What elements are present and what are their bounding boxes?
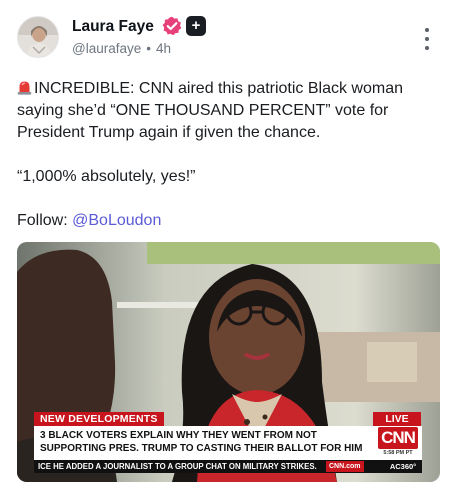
author-handle[interactable]: @laurafaye bbox=[72, 41, 141, 56]
chyron: NEW DEVELOPMENTS LIVE 3 BLACK VOTERS EXP… bbox=[17, 412, 440, 482]
meta-separator: • bbox=[146, 41, 151, 56]
avatar-image bbox=[18, 17, 58, 57]
post-paragraph-1: INCREDIBLE: CNN aired this patriotic Bla… bbox=[17, 80, 404, 141]
mention-link[interactable]: @BoLoudon bbox=[72, 212, 161, 229]
post-card: Laura Faye + @laurafaye • 4h INCREDIBLE:… bbox=[0, 0, 457, 500]
author-name[interactable]: Laura Faye bbox=[72, 18, 154, 36]
chyron-headline: 3 BLACK VOTERS EXPLAIN WHY THEY WENT FRO… bbox=[34, 426, 374, 460]
post-time[interactable]: 4h bbox=[156, 41, 171, 56]
more-options-icon[interactable] bbox=[418, 28, 436, 50]
author-badges: + bbox=[162, 16, 206, 36]
headline-line-1: 3 BLACK VOTERS EXPLAIN WHY THEY WENT FRO… bbox=[40, 430, 317, 441]
headline-line-2: SUPPORTING PRES. TRUMP TO CASTING THEIR … bbox=[40, 443, 363, 454]
post-text: INCREDIBLE: CNN aired this patriotic Bla… bbox=[17, 78, 442, 232]
siren-emoji-icon bbox=[17, 81, 32, 95]
video-thumbnail[interactable]: NEW DEVELOPMENTS LIVE 3 BLACK VOTERS EXP… bbox=[17, 242, 440, 482]
avatar[interactable] bbox=[17, 16, 59, 58]
cnn-logo: CNN bbox=[378, 427, 418, 449]
news-ticker: ICE HE ADDED A JOURNALIST TO A GROUP CHA… bbox=[34, 460, 422, 473]
post-follow-line: Follow: @BoLoudon bbox=[17, 210, 442, 232]
verified-badge-icon bbox=[162, 16, 182, 36]
plus-badge-icon: + bbox=[186, 16, 206, 36]
banner-tag: NEW DEVELOPMENTS bbox=[34, 412, 164, 426]
ticker-site: CNN.com bbox=[326, 461, 364, 472]
follow-label: Follow: bbox=[17, 212, 68, 229]
ticker-text: ICE HE ADDED A JOURNALIST TO A GROUP CHA… bbox=[38, 462, 317, 471]
live-badge: LIVE bbox=[373, 412, 421, 426]
broadcast-time: 5:58 PM PT bbox=[383, 450, 413, 456]
author-meta: @laurafaye • 4h bbox=[72, 41, 171, 56]
show-name: AC360° bbox=[389, 462, 417, 471]
network-box: CNN 5:58 PM PT bbox=[374, 426, 422, 460]
post-paragraph-2: “1,000% absolutely, yes!” bbox=[17, 168, 196, 185]
